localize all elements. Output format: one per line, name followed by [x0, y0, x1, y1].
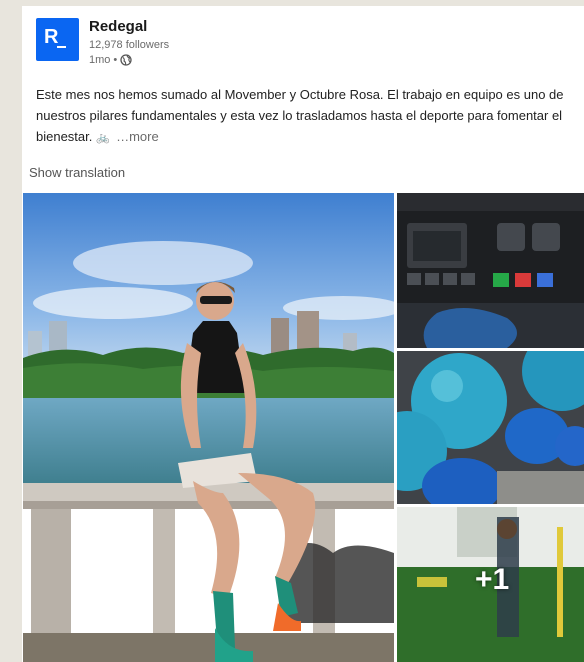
globe-icon: [120, 54, 132, 66]
post-meta: 1mo •: [89, 54, 132, 66]
more-photos-count[interactable]: +1: [475, 563, 509, 597]
show-translation-link[interactable]: Show translation: [29, 165, 125, 180]
photo-grid: +1: [22, 193, 584, 662]
photo-gym-machine[interactable]: [397, 193, 584, 348]
post-text: Este mes nos hemos sumado al Movember y …: [36, 84, 571, 149]
meta-separator: •: [113, 54, 118, 66]
post-card: R Redegal 12,978 followers 1mo • Este me…: [22, 6, 584, 662]
logo-underscore: [57, 46, 66, 48]
post-time: 1mo: [89, 54, 111, 66]
photo-exercise-balls[interactable]: [397, 351, 584, 504]
company-name[interactable]: Redegal: [89, 18, 147, 35]
bike-emoji-icon: 🚲: [96, 132, 111, 144]
photo-gym-group[interactable]: +1: [397, 507, 584, 662]
see-more-link[interactable]: …more: [116, 129, 159, 144]
follower-count: 12,978 followers: [89, 39, 170, 51]
company-logo[interactable]: R: [36, 18, 79, 61]
post-header: R Redegal 12,978 followers 1mo •: [22, 6, 584, 86]
main-photo-woman-by-lake[interactable]: [23, 193, 394, 662]
